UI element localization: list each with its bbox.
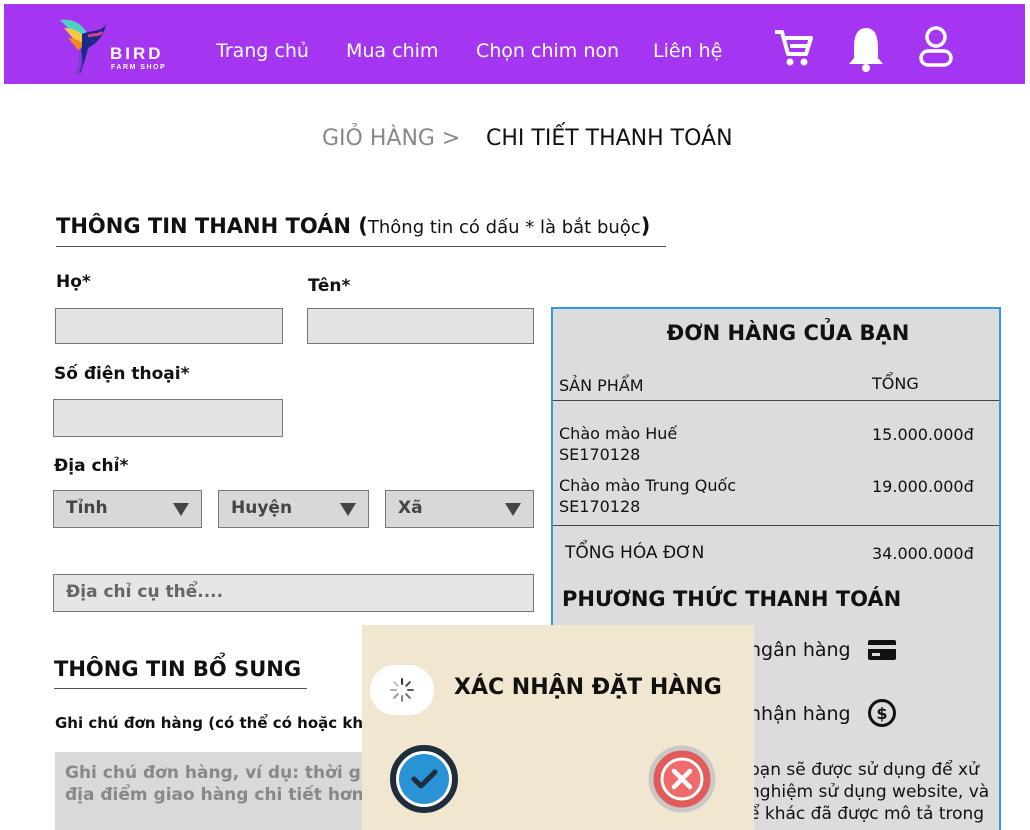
chevron-down-icon <box>340 503 356 516</box>
ward-value: Xã <box>398 498 423 518</box>
province-select[interactable]: Tỉnh <box>53 490 202 528</box>
item-code: SE170128 <box>559 445 641 464</box>
order-note-placeholder-line1: Ghi chú đơn hàng, ví dụ: thời gia <box>65 763 362 783</box>
item-price: 15.000.000đ <box>872 425 974 444</box>
item-code: SE170128 <box>559 497 641 516</box>
logo[interactable]: BIRD FARM SHOP <box>58 14 188 78</box>
order-note-textarea[interactable]: Ghi chú đơn hàng, ví dụ: thời gia địa đi… <box>55 752 362 830</box>
billing-note: Thông tin có dấu * là bắt buộc <box>367 217 641 238</box>
first-name-label: Tên* <box>308 276 351 296</box>
navbar: BIRD FARM SHOP Trang chủ Mua chim Chọn c… <box>4 4 1025 84</box>
brand-name: BIRD <box>110 44 164 63</box>
brand-tagline: FARM SHOP <box>111 64 167 71</box>
billing-title: THÔNG TIN THANH TOÁN (Thông tin có dấu *… <box>56 214 650 238</box>
billing-divider <box>56 246 666 247</box>
dollar-coin-icon: $ <box>868 699 896 727</box>
last-name-label: Họ* <box>56 272 91 292</box>
nav-link-choose-chick[interactable]: Chọn chim non <box>476 40 619 62</box>
payment-method-title: PHƯƠNG THỨC THANH TOÁN <box>562 587 902 611</box>
order-title: ĐƠN HÀNG CỦA BẠN <box>666 321 910 345</box>
user-icon[interactable] <box>916 24 956 72</box>
cancel-x-button[interactable] <box>646 743 718 815</box>
nav-link-buy-bird[interactable]: Mua chim <box>346 40 438 62</box>
order-note-placeholder-line2: địa điểm giao hàng chi tiết hơn <box>65 785 362 805</box>
item-name: Chào mào Huế <box>559 424 678 443</box>
breadcrumb-cart[interactable]: GIỎ HÀNG > <box>322 126 460 151</box>
nav-link-contact[interactable]: Liên hệ <box>653 40 722 62</box>
address-detail-placeholder: Địa chỉ cụ thể.... <box>66 582 224 602</box>
chevron-down-icon <box>173 503 189 516</box>
confirm-check-button[interactable] <box>388 743 460 815</box>
popup-title: XÁC NHẬN ĐẶT HÀNG <box>454 675 722 700</box>
item-name: Chào mào Trung Quốc <box>559 476 737 495</box>
billing-close-paren: ) <box>640 214 651 238</box>
confirm-order-popup: XÁC NHẬN ĐẶT HÀNG <box>362 625 754 830</box>
privacy-text-line2: nghiệm sử dụng website, và <box>749 782 990 802</box>
phone-input[interactable] <box>53 399 283 437</box>
privacy-text-line1: bạn sẽ được sử dụng để xử <box>749 760 979 780</box>
phone-label: Số điện thoại* <box>54 364 190 384</box>
billing-title-text: THÔNG TIN THANH TOÁN ( <box>56 214 368 238</box>
chevron-down-icon <box>505 503 521 516</box>
cart-icon[interactable] <box>772 26 814 68</box>
payment-cod-label[interactable]: nhận hàng <box>749 703 851 725</box>
total-label: TỔNG HÓA ĐƠN <box>565 543 705 563</box>
nav-link-home[interactable]: Trang chủ <box>216 40 309 62</box>
last-name-input[interactable] <box>55 308 283 344</box>
address-detail-input[interactable]: Địa chỉ cụ thể.... <box>53 574 534 612</box>
hummingbird-logo-icon <box>60 19 106 76</box>
bell-icon[interactable] <box>846 24 886 72</box>
privacy-text-line3: ể khác đã được mô tả trong <box>749 804 985 824</box>
order-note-label: Ghi chú đơn hàng (có thể có hoặc kh <box>55 714 362 732</box>
col-total-header: TỔNG <box>872 374 919 393</box>
district-select[interactable]: Huyện <box>218 490 369 528</box>
credit-card-icon <box>868 640 896 660</box>
col-product-header: SẢN PHẨM <box>559 376 644 395</box>
header-divider <box>553 400 999 401</box>
loading-spinner-icon <box>390 678 414 702</box>
items-divider <box>553 525 999 526</box>
total-value: 34.000.000đ <box>872 544 974 563</box>
svg-text:$: $ <box>876 704 887 723</box>
extra-info-divider <box>54 688 307 689</box>
address-label: Địa chỉ* <box>54 456 129 476</box>
province-value: Tỉnh <box>66 498 108 518</box>
breadcrumb-current: CHI TIẾT THANH TOÁN <box>486 126 733 151</box>
district-value: Huyện <box>231 498 293 518</box>
extra-info-title: THÔNG TIN BỔ SUNG <box>54 657 302 681</box>
item-price: 19.000.000đ <box>872 477 974 496</box>
ward-select[interactable]: Xã <box>385 490 534 528</box>
first-name-input[interactable] <box>307 308 534 344</box>
payment-bank-label[interactable]: ngân hàng <box>749 639 851 661</box>
spinner <box>370 665 434 715</box>
